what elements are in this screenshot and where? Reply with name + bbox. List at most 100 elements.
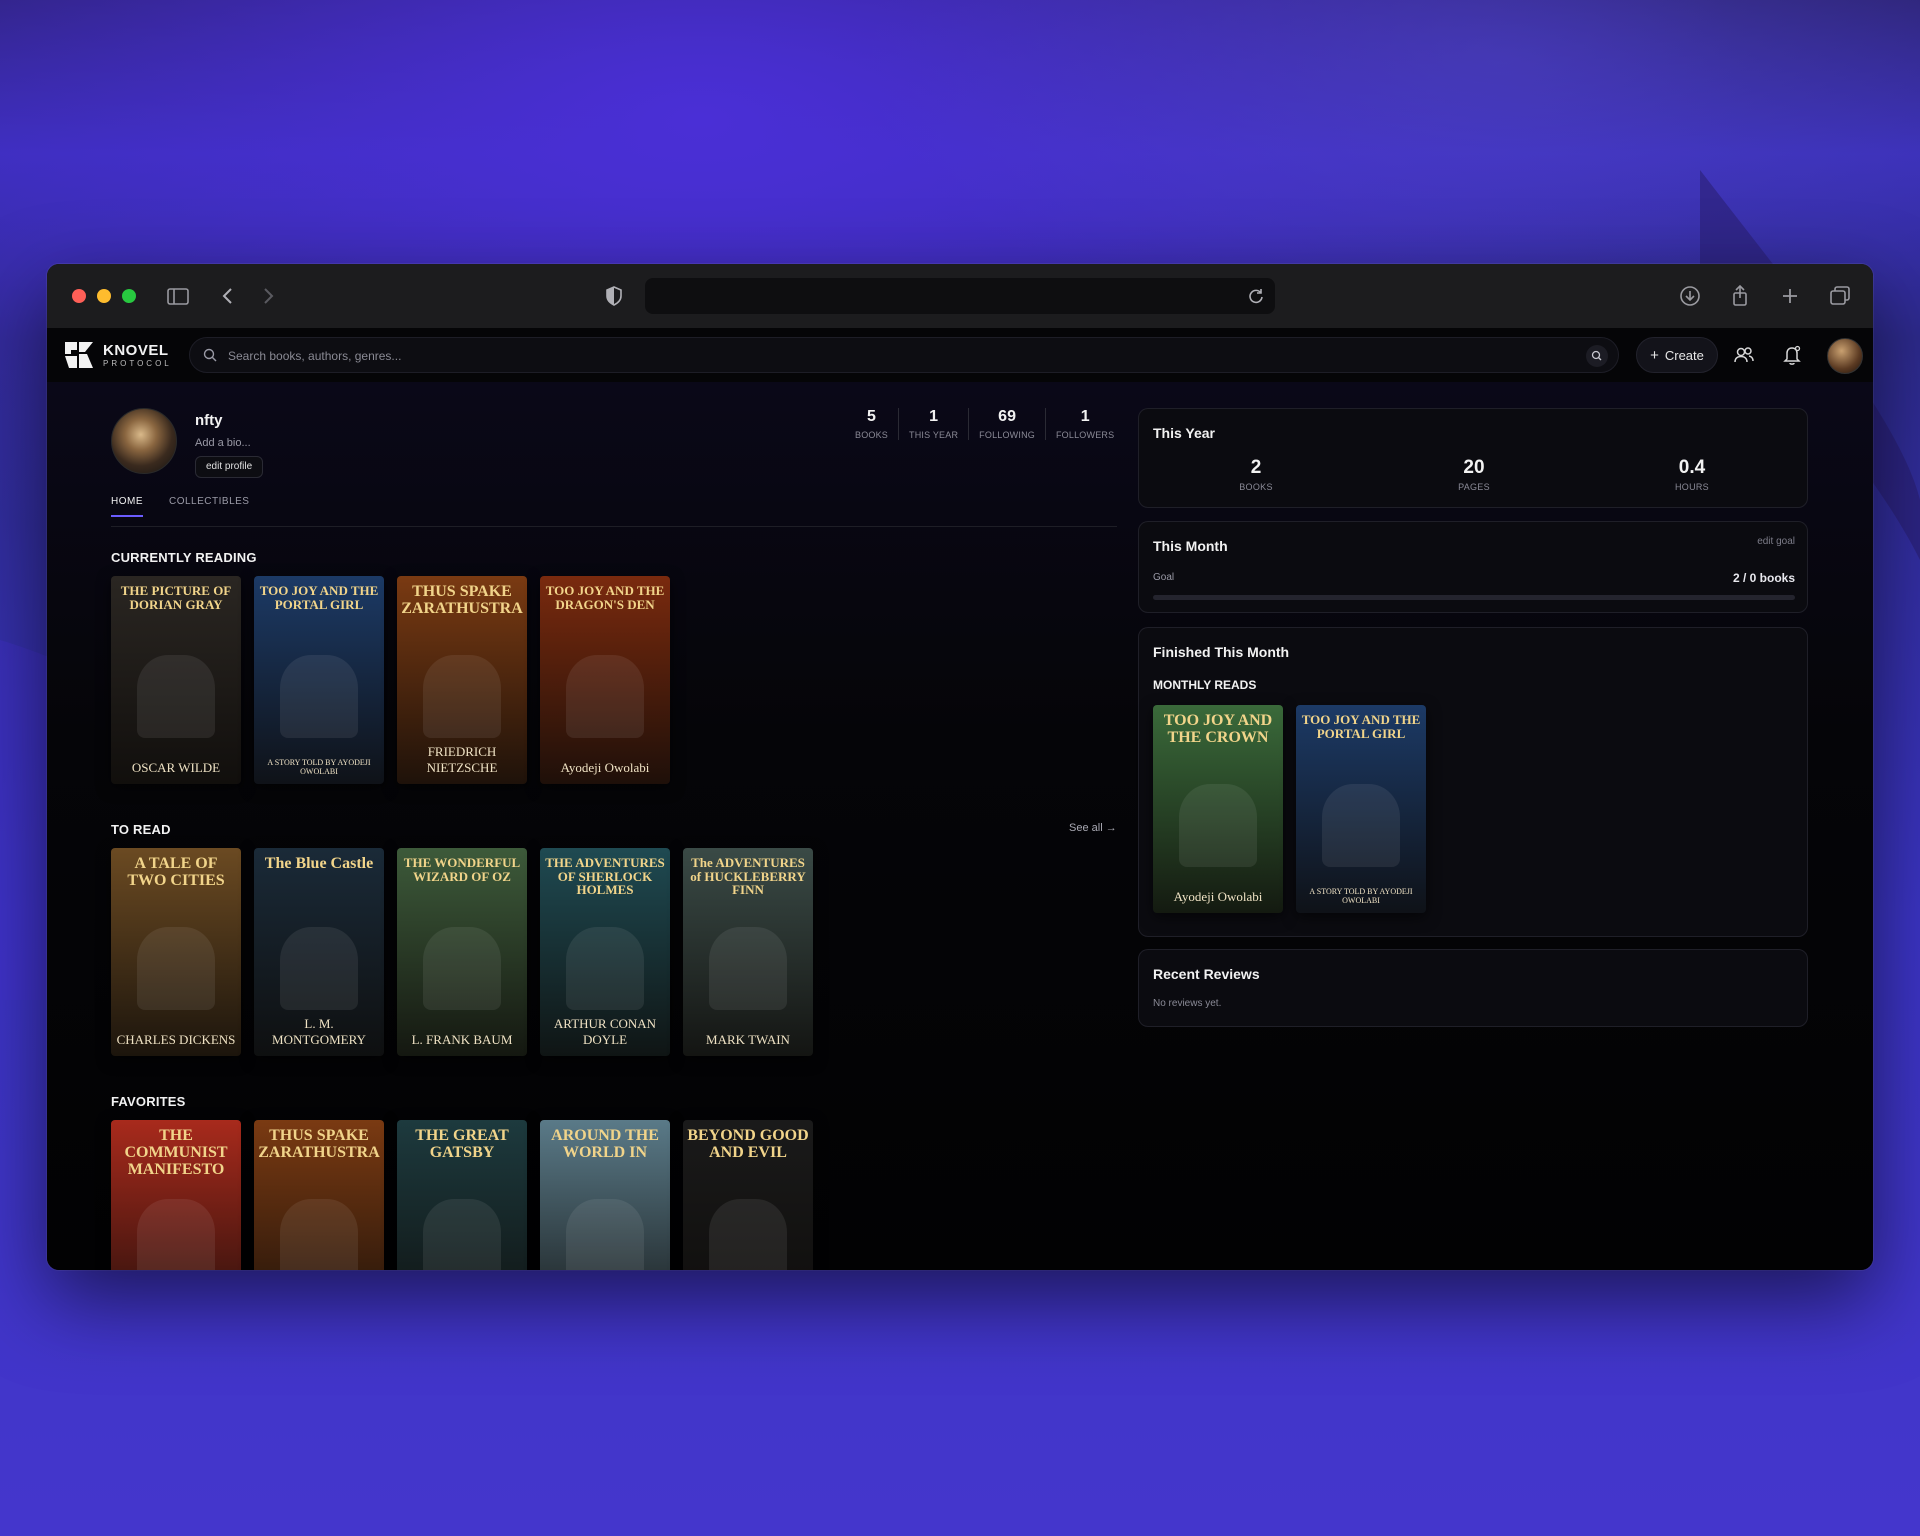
create-button[interactable]: + Create xyxy=(1636,337,1718,373)
share-icon[interactable] xyxy=(1726,282,1754,310)
stat-value: 69 xyxy=(998,408,1016,425)
book-cover[interactable]: THE ADVENTURES OF SHERLOCK HOLMES ARTHUR … xyxy=(540,848,670,1056)
book-title: TOO JOY AND THE DRAGON'S DEN xyxy=(545,583,665,612)
to-read-shelf: A TALE OF TWO CITIES CHARLES DICKENS The B… xyxy=(111,848,813,1056)
stat-label: FOLLOWING xyxy=(979,430,1035,440)
stat-this-year[interactable]: 1 THIS YEAR xyxy=(898,408,968,440)
book-cover[interactable]: THE GREAT GATSBYF. SCOTT xyxy=(397,1120,527,1270)
year-stat-hours: 0.4 HOURS xyxy=(1632,457,1752,492)
stat-books[interactable]: 5 BOOKS xyxy=(845,408,898,440)
username: nfty xyxy=(195,412,223,429)
download-icon[interactable] xyxy=(1676,282,1704,310)
card-title: This Year xyxy=(1153,425,1216,441)
book-cover[interactable]: THE PICTURE OF DORIAN GRAY OSCAR WILDE xyxy=(111,576,241,784)
minimize-window-button[interactable] xyxy=(97,289,111,303)
maximize-window-button[interactable] xyxy=(122,289,136,303)
notifications-bell-icon[interactable] xyxy=(1778,341,1806,369)
book-cover[interactable]: The Blue Castle L. M. MONTGOMERY xyxy=(254,848,384,1056)
book-author: A STORY TOLD BY AYODEJI OWOLABI xyxy=(267,758,371,776)
profile-tabs: HOME COLLECTIBLES xyxy=(111,496,249,517)
tabs-divider xyxy=(111,526,1117,527)
privacy-shield-icon[interactable] xyxy=(600,282,628,310)
browser-titlebar xyxy=(47,264,1873,329)
edit-goal-link[interactable]: edit goal xyxy=(1757,536,1795,547)
goal-value: 2 / 0 books xyxy=(1732,571,1795,585)
stat-value: 2 xyxy=(1250,457,1262,478)
stat-label: BOOKS xyxy=(855,430,889,440)
cover-art xyxy=(1322,784,1400,868)
stat-value: 5 xyxy=(867,408,876,425)
tab-collectibles[interactable]: COLLECTIBLES xyxy=(169,496,249,517)
goal-progress-bar xyxy=(1153,595,1795,600)
logo-wordmark: KNOVEL xyxy=(103,341,169,359)
book-cover[interactable]: TOO JOY AND THE PORTAL GIRL A STORY TOLD … xyxy=(1296,705,1426,913)
cover-art xyxy=(709,1199,787,1270)
forward-arrow-icon[interactable] xyxy=(254,282,282,310)
section-title-to-read: TO READ xyxy=(111,822,171,837)
book-cover[interactable]: A TALE OF TWO CITIES CHARLES DICKENS xyxy=(111,848,241,1056)
book-author: CHARLES DICKENS xyxy=(116,1032,236,1047)
friends-icon[interactable] xyxy=(1730,341,1758,369)
cover-art xyxy=(423,927,501,1011)
knovel-logo-icon xyxy=(65,342,93,368)
year-stat-pages: 20 PAGES xyxy=(1414,457,1534,492)
book-cover[interactable]: THUS SPAKE ZARATHUSTRA FRIEDRICH NIETZSCH… xyxy=(397,576,527,784)
book-title: TOO JOY AND THE CROWN xyxy=(1163,712,1273,746)
profile-page: nfty Add a bio... edit profile 5 BOOKS 1 T… xyxy=(47,382,1873,1270)
book-cover[interactable]: THUS SPAKE ZARATHUSTRA xyxy=(254,1120,384,1270)
profile-stats: 5 BOOKS 1 THIS YEAR 69 FOLLOWING 1 FOLLOWERS xyxy=(845,408,1124,440)
book-title: TOO JOY AND THE PORTAL GIRL xyxy=(1301,712,1421,741)
address-bar[interactable] xyxy=(645,278,1275,314)
see-all-link[interactable]: See all → xyxy=(1069,822,1117,834)
tab-overview-icon[interactable] xyxy=(1826,282,1854,310)
sidebar-toggle-icon[interactable] xyxy=(164,282,192,310)
book-cover[interactable]: THE COMMUNIST MANIFESTOKARL xyxy=(111,1120,241,1270)
card-title: Finished This Month xyxy=(1153,644,1290,660)
search-input[interactable] xyxy=(226,338,1550,374)
book-cover[interactable]: TOO JOY AND THE DRAGON'S DEN Ayodeji Owol… xyxy=(540,576,670,784)
book-title: THE COMMUNIST MANIFESTO xyxy=(124,1127,228,1178)
cover-art xyxy=(566,1199,644,1270)
tab-home[interactable]: HOME xyxy=(111,496,143,517)
book-title: The ADVENTURES of HUCKLEBERRY FINN xyxy=(690,855,806,898)
book-title: THUS SPAKE ZARATHUSTRA xyxy=(401,583,523,617)
favorites-shelf: THE COMMUNIST MANIFESTOKARL THUS SPAKE ZA… xyxy=(111,1120,813,1270)
currently-reading-shelf: THE PICTURE OF DORIAN GRAY OSCAR WILDE TOO… xyxy=(111,576,670,784)
new-tab-icon[interactable] xyxy=(1776,282,1804,310)
back-arrow-icon[interactable] xyxy=(214,282,242,310)
book-cover[interactable]: TOO JOY AND THE PORTAL GIRL A STORY TOLD … xyxy=(254,576,384,784)
book-cover[interactable]: TOO JOY AND THE CROWN Ayodeji Owolabi xyxy=(1153,705,1283,913)
cover-art xyxy=(423,1199,501,1270)
app-logo[interactable]: KNOVEL PROTOCOL xyxy=(63,340,172,370)
cover-art xyxy=(280,655,358,739)
search-bar[interactable] xyxy=(189,337,1619,374)
stat-followers[interactable]: 1 FOLLOWERS xyxy=(1044,408,1124,440)
book-title: AROUND THE WORLD IN xyxy=(551,1127,659,1161)
book-cover[interactable]: THE WONDERFUL WIZARD OF OZ L. FRANK BAUM xyxy=(397,848,527,1056)
stat-following[interactable]: 69 FOLLOWING xyxy=(968,408,1045,440)
year-stat-books: 2 BOOKS xyxy=(1196,457,1316,492)
bio-text[interactable]: Add a bio... xyxy=(195,437,251,449)
plus-icon: + xyxy=(1650,346,1659,364)
book-author: OSCAR WILDE xyxy=(131,760,221,775)
book-title: TOO JOY AND THE PORTAL GIRL xyxy=(259,583,379,612)
book-cover[interactable]: The ADVENTURES of HUCKLEBERRY FINN MARK T… xyxy=(683,848,813,1056)
edit-profile-button[interactable]: edit profile xyxy=(195,456,264,478)
profile-avatar[interactable] xyxy=(111,408,177,474)
user-avatar-menu[interactable] xyxy=(1827,338,1863,374)
book-author: L. M. MONTGOMERY xyxy=(272,1016,366,1047)
cover-art xyxy=(280,1199,358,1270)
book-title: THE GREAT GATSBY xyxy=(415,1127,509,1161)
book-author: Ayodeji Owolabi xyxy=(560,760,650,775)
search-submit-icon[interactable] xyxy=(1586,345,1608,367)
book-author: L. FRANK BAUM xyxy=(411,1032,513,1047)
create-label: Create xyxy=(1664,347,1704,363)
book-cover[interactable]: AROUND THE WORLD IN xyxy=(540,1120,670,1270)
recent-reviews-card: Recent Reviews No reviews yet. xyxy=(1138,949,1808,1027)
reload-icon[interactable] xyxy=(1243,283,1269,309)
book-cover[interactable]: BEYOND GOOD AND EVILFRIEDRICH NIETZSCHE xyxy=(683,1120,813,1270)
book-author: Ayodeji Owolabi xyxy=(1173,889,1263,904)
cover-art xyxy=(137,927,215,1011)
close-window-button[interactable] xyxy=(72,289,86,303)
logo-subtitle: PROTOCOL xyxy=(103,358,172,368)
